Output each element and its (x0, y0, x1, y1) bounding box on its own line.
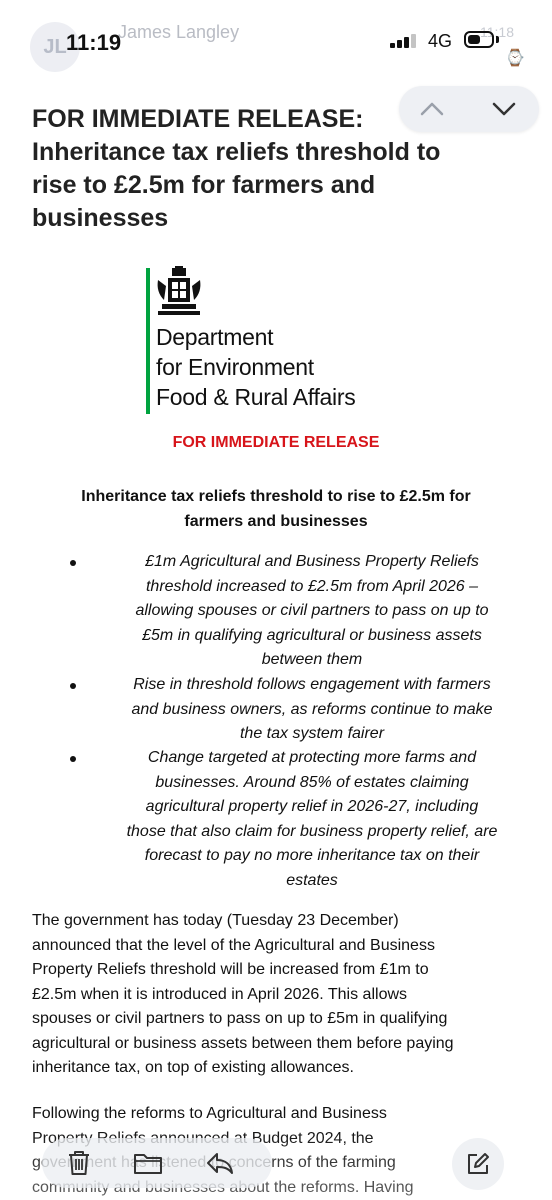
network-label: 4G (428, 31, 453, 51)
bullet-text: Change targeted at protecting more farms… (92, 746, 532, 893)
subheading: Inheritance tax reliefs threshold to ris… (30, 484, 522, 534)
bullet-line: businesses. Around 85% of estates claimi… (155, 773, 469, 791)
bullet-line: Rise in threshold follows engagement wit… (133, 676, 491, 693)
defra-logo-text: Department for Environment Food & Rural … (156, 322, 356, 412)
paragraph-line: spouses or civil partners to pass on up … (32, 1010, 448, 1027)
bullet-line: and business owners, as reforms continue… (131, 700, 493, 718)
paragraph-line: Following the reforms to Agricultural an… (32, 1105, 387, 1122)
reply-icon[interactable] (200, 1143, 240, 1183)
subheading-line: Inheritance tax reliefs threshold to ris… (81, 488, 471, 505)
title-line: rise to £2.5m for farmers and (32, 171, 376, 199)
page-title: FOR IMMEDIATE RELEASE: Inheritance tax r… (32, 103, 502, 235)
title-line: Inheritance tax reliefs threshold to (32, 138, 441, 166)
bullet-line: £1m Agricultural and Business Property R… (145, 553, 479, 570)
status-bar: JL James Langley 11:18 11:19 4G ⌚ (0, 0, 552, 80)
logo-green-bar (146, 268, 150, 414)
signal-icon (390, 34, 422, 48)
bullet-line: estates (286, 871, 338, 889)
release-label: FOR IMMEDIATE RELEASE (172, 434, 380, 451)
bullet-line: £5m in qualifying agricultural or busine… (142, 626, 482, 644)
logo-line: Department (156, 324, 274, 350)
paragraph-line: inheritance tax, on top of existing allo… (32, 1059, 354, 1076)
folder-icon[interactable] (128, 1143, 168, 1183)
bullet-line: allowing spouses or civil partners to pa… (135, 602, 489, 619)
paragraph-line: £2.5m when it is introduced in April 202… (32, 985, 408, 1003)
bullet-line: those that also claim for business prope… (126, 822, 498, 840)
compose-icon[interactable] (458, 1144, 498, 1184)
bullet-text: £1m Agricultural and Business Property R… (92, 550, 532, 673)
avatar-initials: JL (43, 35, 67, 58)
bottom-toolbar (42, 1138, 272, 1188)
trash-icon[interactable] (59, 1143, 99, 1183)
bullet-line: agricultural property relief in 2026-27,… (145, 798, 479, 815)
logo-line: Food & Rural Affairs (156, 384, 356, 410)
paragraph-line: announced that the level of the Agricult… (32, 936, 435, 954)
bullet-dot (70, 560, 76, 566)
title-line: businesses (32, 204, 169, 232)
logo-line: for Environment (156, 354, 314, 380)
paragraph-line: agricultural or business assets between … (32, 1034, 454, 1052)
paragraph-line: The government has today (Tuesday 23 Dec… (32, 912, 399, 929)
sender-name: James Langley (118, 22, 240, 42)
bullet-text: Rise in threshold follows engagement wit… (92, 673, 532, 747)
compose-button[interactable] (452, 1138, 504, 1190)
royal-crest-icon (157, 266, 201, 315)
status-time: 11:19 (66, 30, 122, 55)
link-icon: ⌚ (505, 50, 525, 67)
bullet-line: between them (261, 651, 363, 668)
bullet-dot (70, 756, 76, 762)
title-line: FOR IMMEDIATE RELEASE: (32, 105, 364, 133)
battery-icon (464, 31, 494, 48)
body-paragraph: The government has today (Tuesday 23 Dec… (32, 909, 532, 1081)
bullet-line: the tax system fairer (239, 725, 385, 742)
bullet-line: Change targeted at protecting more farms… (147, 749, 477, 766)
battery-tip (496, 36, 499, 43)
bullet-dot (70, 683, 76, 689)
bullet-line: threshold increased to £2.5m from April … (145, 577, 479, 595)
paragraph-line: Property Reliefs threshold will be incre… (32, 961, 429, 978)
subheading-line: farmers and businesses (184, 513, 368, 530)
bullet-line: forecast to pay no more inheritance tax … (144, 847, 480, 864)
battery-fill (468, 35, 480, 44)
